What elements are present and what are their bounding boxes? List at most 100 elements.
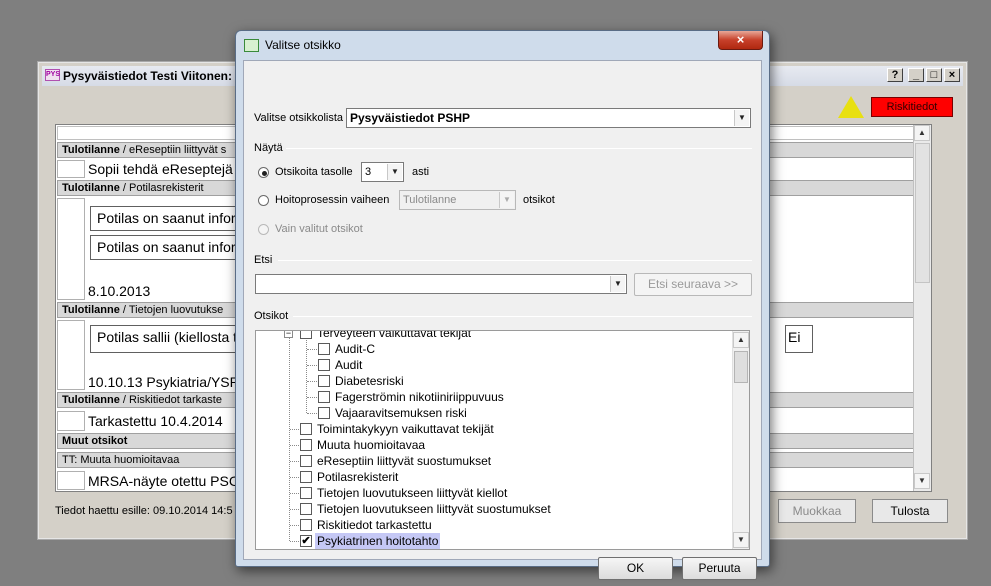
- selected-only-radio[interactable]: [258, 224, 269, 235]
- tree-item[interactable]: Vajaaravitsemuksen riski: [256, 405, 726, 421]
- dialog-close-button[interactable]: ×: [718, 31, 763, 50]
- find-next-button[interactable]: Etsi seuraava >>: [634, 273, 752, 296]
- tree-item-label: Fagerströmin nikotiiniriippuvuus: [335, 390, 504, 404]
- tree-item-label: Audit-C: [335, 342, 376, 356]
- tree-item-label: Riskitiedot tarkastettu: [317, 518, 432, 532]
- search-group-label: Etsi: [254, 254, 273, 266]
- scroll-up-button[interactable]: ▲: [914, 125, 930, 141]
- chevron-down-icon[interactable]: ▼: [610, 276, 625, 292]
- section-header-title: / Potilasrekisterit: [119, 182, 204, 194]
- levels-suffix: asti: [412, 166, 430, 178]
- section-header-title: / Tietojen luovutukse: [119, 304, 224, 316]
- chevron-down-icon[interactable]: ▼: [734, 110, 749, 126]
- tree-checkbox[interactable]: [300, 519, 312, 531]
- warning-triangle-icon: [838, 96, 864, 118]
- collapse-icon[interactable]: −: [284, 331, 293, 338]
- tree-item[interactable]: Audit: [256, 357, 726, 373]
- tree-checkbox[interactable]: [300, 487, 312, 499]
- entry-value-box: Ei: [785, 325, 813, 353]
- tree-checkbox[interactable]: [300, 423, 312, 435]
- heading-list-dropdown[interactable]: Pysyväistiedot PSHP ▼: [346, 108, 751, 128]
- section-header-phase: Tulotilanne: [62, 304, 120, 316]
- phase-dropdown[interactable]: Tulotilanne ▼: [399, 190, 516, 210]
- background-scrollbar[interactable]: ▲ ▼: [913, 125, 931, 491]
- help-button[interactable]: ?: [887, 68, 903, 82]
- group-divider: [293, 316, 752, 317]
- edit-button[interactable]: Muokkaa: [778, 499, 856, 523]
- phase-suffix: otsikot: [523, 194, 555, 206]
- close-button[interactable]: ×: [944, 68, 960, 82]
- row-gutter: [57, 411, 85, 431]
- risk-info-button[interactable]: Riskitiedot: [871, 97, 953, 117]
- tree-checkbox[interactable]: [300, 439, 312, 451]
- tree-checkbox[interactable]: [318, 375, 330, 387]
- section-header-phase: Tulotilanne: [62, 394, 120, 406]
- entry-text: 10.10.13 Psykiatria/YSP: [88, 374, 239, 390]
- tree-item-label: Vajaaravitsemuksen riski: [335, 406, 467, 420]
- tree-scrollbar[interactable]: ▲ ▼: [732, 331, 749, 549]
- section-header-phase: Tulotilanne: [62, 182, 120, 194]
- background-window-title: Pysyväistiedot Testi Viitonen: 0: [63, 69, 242, 83]
- tree-checkbox[interactable]: [300, 471, 312, 483]
- tree-item[interactable]: Potilasrekisterit: [256, 469, 726, 485]
- entry-text: Tarkastettu 10.4.2014: [88, 413, 223, 429]
- dialog-app-icon: [244, 39, 259, 52]
- levels-radio[interactable]: [258, 167, 269, 178]
- section-header-title: / Riskitiedot tarkaste: [119, 394, 222, 406]
- entry-text: Sopii tehdä eReseptejä: [88, 161, 233, 177]
- levels-radio-label: Otsikoita tasolle: [275, 166, 353, 178]
- scroll-up-button[interactable]: ▲: [733, 332, 749, 348]
- show-group-label: Näytä: [254, 142, 283, 154]
- tree-checkbox[interactable]: [318, 391, 330, 403]
- tree-item-label: Psykiatrinen hoitotahto: [315, 533, 441, 549]
- app-icon: PYS: [45, 69, 60, 81]
- cancel-button[interactable]: Peruuta: [682, 557, 757, 580]
- tree-item[interactable]: Tietojen luovutukseen liittyvät kiellot: [256, 485, 726, 501]
- tree-checkbox[interactable]: [318, 407, 330, 419]
- row-gutter: [57, 471, 85, 490]
- tree-item[interactable]: Toimintakykyyn vaikuttavat tekijät: [256, 421, 726, 437]
- phase-radio[interactable]: [258, 195, 269, 206]
- scroll-down-button[interactable]: ▼: [914, 473, 930, 489]
- phase-radio-label: Hoitoprosessin vaiheen: [275, 194, 390, 206]
- scroll-down-button[interactable]: ▼: [733, 532, 749, 548]
- chevron-down-icon[interactable]: ▼: [499, 192, 514, 208]
- levels-dropdown[interactable]: 3 ▼: [361, 162, 404, 182]
- minimize-button[interactable]: _: [908, 68, 924, 82]
- tree-item[interactable]: Tietojen luovutukseen liittyvät suostumu…: [256, 501, 726, 517]
- heading-tree[interactable]: − Terveyteen vaikuttavat tekijät Audit-C…: [255, 330, 750, 550]
- tree-item-selected[interactable]: ✔ Psykiatrinen hoitotahto: [256, 533, 726, 549]
- maximize-button[interactable]: □: [926, 68, 942, 82]
- tree-checkbox[interactable]: [318, 359, 330, 371]
- entry-text: MRSA-näyte otettu PSC: [88, 473, 239, 489]
- tree-checkbox[interactable]: [300, 503, 312, 515]
- row-gutter: [57, 320, 85, 390]
- tree-item[interactable]: eReseptiin liittyvät suostumukset: [256, 453, 726, 469]
- row-gutter: [57, 198, 85, 300]
- tree-item[interactable]: − Terveyteen vaikuttavat tekijät: [256, 331, 726, 341]
- search-input[interactable]: ▼: [255, 274, 627, 294]
- dialog-title: Valitse otsikko: [265, 38, 341, 52]
- phase-value: Tulotilanne: [403, 194, 457, 206]
- tree-item[interactable]: Fagerströmin nikotiiniriippuvuus: [256, 389, 726, 405]
- tree-item-label: Diabetesriski: [335, 374, 404, 388]
- group-divider: [286, 148, 752, 149]
- ok-button[interactable]: OK: [598, 557, 673, 580]
- tree-item-label: Toimintakykyyn vaikuttavat tekijät: [317, 422, 494, 436]
- tree-item[interactable]: Audit-C: [256, 341, 726, 357]
- tree-checkbox[interactable]: [318, 343, 330, 355]
- tree-item[interactable]: Diabetesriski: [256, 373, 726, 389]
- scroll-thumb[interactable]: [915, 143, 930, 283]
- print-button[interactable]: Tulosta: [872, 499, 948, 523]
- selected-only-label: Vain valitut otsikot: [275, 223, 363, 235]
- tree-item[interactable]: Muuta huomioitavaa: [256, 437, 726, 453]
- section-header-phase: Tulotilanne: [62, 144, 120, 156]
- tree-checkbox-checked[interactable]: ✔: [300, 535, 312, 547]
- tree-checkbox[interactable]: [300, 331, 312, 339]
- tree-item[interactable]: Riskitiedot tarkastettu: [256, 517, 726, 533]
- tree-item-label: Audit: [335, 358, 363, 372]
- scroll-thumb[interactable]: [734, 351, 748, 383]
- tree-checkbox[interactable]: [300, 455, 312, 467]
- tree-item-label: eReseptiin liittyvät suostumukset: [317, 454, 492, 468]
- chevron-down-icon[interactable]: ▼: [387, 164, 402, 180]
